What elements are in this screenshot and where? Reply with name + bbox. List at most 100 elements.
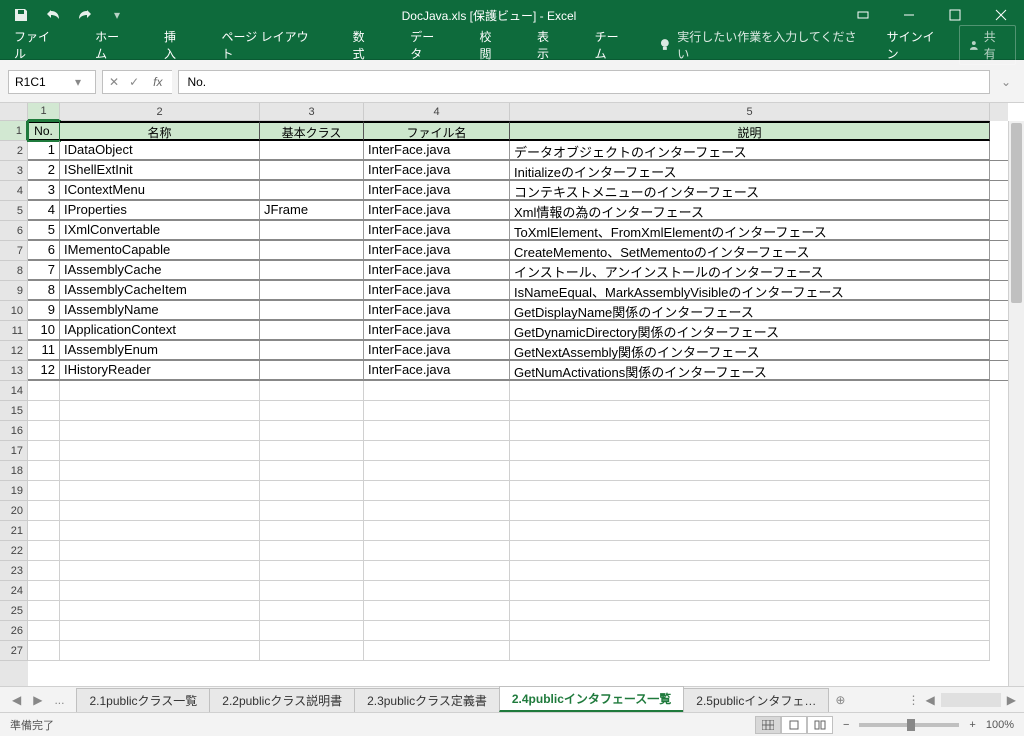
data-cell[interactable] bbox=[260, 261, 364, 280]
data-cell[interactable]: IMementoCapable bbox=[60, 241, 260, 260]
data-cell[interactable]: 6 bbox=[28, 241, 60, 260]
data-cell[interactable] bbox=[260, 361, 364, 380]
data-cell[interactable]: InterFace.java bbox=[364, 201, 510, 220]
data-cell[interactable]: Initializeのインターフェース bbox=[510, 161, 990, 180]
empty-cell[interactable] bbox=[28, 401, 60, 421]
data-cell[interactable]: IContextMenu bbox=[60, 181, 260, 200]
data-cell[interactable]: 2 bbox=[28, 161, 60, 180]
data-cell[interactable]: データオブジェクトのインターフェース bbox=[510, 141, 990, 160]
view-page-break-button[interactable] bbox=[807, 716, 833, 734]
empty-cell[interactable] bbox=[510, 641, 990, 661]
data-cell[interactable]: InterFace.java bbox=[364, 281, 510, 300]
header-cell[interactable]: 名称 bbox=[60, 121, 260, 141]
data-cell[interactable]: コンテキストメニューのインターフェース bbox=[510, 181, 990, 200]
header-cell[interactable]: 基本クラス bbox=[260, 121, 364, 141]
data-cell[interactable]: Xml情報の為のインターフェース bbox=[510, 201, 990, 220]
data-cell[interactable]: 7 bbox=[28, 261, 60, 280]
data-cell[interactable]: InterFace.java bbox=[364, 261, 510, 280]
empty-cell[interactable] bbox=[510, 601, 990, 621]
row-header[interactable]: 2 bbox=[0, 141, 28, 161]
sheet-tab[interactable]: 2.5publicインタフェ… bbox=[683, 688, 829, 712]
hscroll-left[interactable]: ◀ bbox=[926, 693, 935, 707]
empty-cell[interactable] bbox=[260, 401, 364, 421]
chevron-down-icon[interactable]: ▾ bbox=[75, 75, 89, 89]
empty-cell[interactable] bbox=[28, 541, 60, 561]
empty-cell[interactable] bbox=[364, 541, 510, 561]
empty-cell[interactable] bbox=[260, 581, 364, 601]
row-header[interactable]: 12 bbox=[0, 341, 28, 361]
empty-cell[interactable] bbox=[364, 381, 510, 401]
data-cell[interactable] bbox=[260, 241, 364, 260]
data-cell[interactable]: InterFace.java bbox=[364, 221, 510, 240]
empty-cell[interactable] bbox=[364, 641, 510, 661]
empty-cell[interactable] bbox=[364, 621, 510, 641]
data-cell[interactable]: 1 bbox=[28, 141, 60, 160]
data-cell[interactable]: 11 bbox=[28, 341, 60, 360]
empty-cell[interactable] bbox=[510, 461, 990, 481]
data-cell[interactable]: GetNextAssembly関係のインターフェース bbox=[510, 341, 990, 360]
formula-input[interactable]: No. bbox=[178, 70, 990, 94]
data-cell[interactable]: 4 bbox=[28, 201, 60, 220]
data-cell[interactable]: CreateMemento、SetMementoのインターフェース bbox=[510, 241, 990, 260]
empty-cell[interactable] bbox=[510, 561, 990, 581]
empty-cell[interactable] bbox=[60, 461, 260, 481]
empty-cell[interactable] bbox=[364, 481, 510, 501]
zoom-in-button[interactable]: + bbox=[969, 719, 975, 731]
empty-cell[interactable] bbox=[60, 381, 260, 401]
header-cell[interactable]: 説明 bbox=[510, 121, 990, 141]
data-cell[interactable]: インストール、アンインストールのインターフェース bbox=[510, 261, 990, 280]
cancel-formula-button[interactable]: ✕ bbox=[109, 75, 119, 89]
row-header[interactable]: 26 bbox=[0, 621, 28, 641]
row-header[interactable]: 23 bbox=[0, 561, 28, 581]
empty-cell[interactable] bbox=[364, 401, 510, 421]
empty-cell[interactable] bbox=[60, 541, 260, 561]
header-cell[interactable]: No. bbox=[28, 121, 60, 141]
empty-cell[interactable] bbox=[28, 421, 60, 441]
empty-cell[interactable] bbox=[60, 421, 260, 441]
redo-button[interactable] bbox=[72, 2, 98, 28]
row-header[interactable]: 11 bbox=[0, 321, 28, 341]
empty-cell[interactable] bbox=[510, 581, 990, 601]
data-cell[interactable]: IHistoryReader bbox=[60, 361, 260, 380]
empty-cell[interactable] bbox=[364, 601, 510, 621]
row-header[interactable]: 3 bbox=[0, 161, 28, 181]
empty-cell[interactable] bbox=[260, 501, 364, 521]
empty-cell[interactable] bbox=[260, 381, 364, 401]
row-header[interactable]: 15 bbox=[0, 401, 28, 421]
zoom-out-button[interactable]: − bbox=[843, 719, 849, 731]
sheet-nav-next[interactable]: ▶ bbox=[33, 693, 42, 707]
zoom-level[interactable]: 100% bbox=[986, 719, 1014, 731]
empty-cell[interactable] bbox=[510, 421, 990, 441]
empty-cell[interactable] bbox=[28, 501, 60, 521]
share-button[interactable]: 共有 bbox=[959, 25, 1016, 65]
data-cell[interactable]: 9 bbox=[28, 301, 60, 320]
empty-cell[interactable] bbox=[364, 421, 510, 441]
signin-link[interactable]: サインイン bbox=[887, 28, 945, 62]
empty-cell[interactable] bbox=[28, 521, 60, 541]
empty-cell[interactable] bbox=[510, 621, 990, 641]
empty-cell[interactable] bbox=[60, 521, 260, 541]
data-cell[interactable]: IAssemblyEnum bbox=[60, 341, 260, 360]
sheet-nav-prev[interactable]: ◀ bbox=[12, 693, 21, 707]
empty-cell[interactable] bbox=[510, 401, 990, 421]
row-header[interactable]: 19 bbox=[0, 481, 28, 501]
hscroll-right[interactable]: ▶ bbox=[1007, 693, 1016, 707]
row-header[interactable]: 25 bbox=[0, 601, 28, 621]
empty-cell[interactable] bbox=[260, 561, 364, 581]
sheet-tab[interactable]: 2.2publicクラス説明書 bbox=[209, 688, 355, 712]
empty-cell[interactable] bbox=[28, 441, 60, 461]
empty-cell[interactable] bbox=[260, 461, 364, 481]
row-header[interactable]: 5 bbox=[0, 201, 28, 221]
data-cell[interactable]: IProperties bbox=[60, 201, 260, 220]
row-header[interactable]: 22 bbox=[0, 541, 28, 561]
data-cell[interactable]: 5 bbox=[28, 221, 60, 240]
scrollbar-thumb[interactable] bbox=[1011, 123, 1022, 303]
empty-cell[interactable] bbox=[28, 581, 60, 601]
column-header[interactable]: 5 bbox=[510, 103, 990, 121]
row-header[interactable]: 13 bbox=[0, 361, 28, 381]
data-cell[interactable] bbox=[260, 321, 364, 340]
add-sheet-button[interactable]: ⊕ bbox=[828, 693, 852, 707]
empty-cell[interactable] bbox=[260, 421, 364, 441]
data-cell[interactable]: InterFace.java bbox=[364, 301, 510, 320]
empty-cell[interactable] bbox=[260, 521, 364, 541]
